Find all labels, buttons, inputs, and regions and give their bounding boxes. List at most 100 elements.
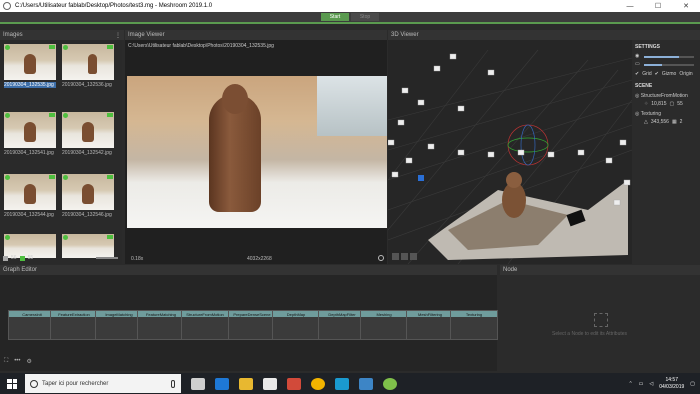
sfm-cameras-count: 55	[677, 101, 683, 107]
scene-item-texturing[interactable]: ◎ Texturing	[635, 111, 661, 117]
graph-node[interactable]: PrepareDenseScene	[228, 310, 276, 340]
file-explorer-icon[interactable]	[239, 377, 253, 390]
viewer3d-header: 3D Viewer	[388, 30, 700, 40]
graph-node-title: Meshing	[361, 311, 407, 317]
thumbnail-label: 20190304_132546.jpg	[62, 212, 112, 218]
graph-node-title: DepthMapFilter	[319, 311, 365, 317]
display-toggles: ✔ Grid ✔ Gizmo Origin	[635, 71, 693, 77]
image-thumbnail[interactable]: 20190304_132541.jpg	[2, 110, 58, 160]
images-panel: 20190304_132535.jpg 20190304_132536.jpg …	[0, 40, 122, 264]
texturing-materials-count: 2	[679, 119, 683, 125]
image-thumbnail[interactable]: 20190304_132542.jpg	[60, 110, 116, 160]
taskbar-search[interactable]: Taper ici pour rechercher	[25, 374, 181, 393]
viewer3d-render-modes	[392, 253, 417, 260]
sfm-points-count: 10,815	[651, 101, 667, 107]
images-footer: 56 55	[0, 253, 122, 263]
render-mode-textured-button[interactable]	[410, 253, 417, 260]
graph-node[interactable]: ImageMatching	[95, 310, 143, 340]
node-hint-text: Select a Node to edit its Attributes	[552, 331, 628, 337]
visibility-eye-icon[interactable]: ◎	[635, 93, 639, 99]
render-mode-wireframe-button[interactable]	[401, 253, 408, 260]
network-icon[interactable]: ▭	[639, 381, 644, 387]
more-options-icon[interactable]: •••	[14, 358, 20, 365]
graph-node-title: Texturing	[451, 311, 497, 317]
meshroom-taskbar-icon[interactable]	[359, 377, 373, 390]
graph-node[interactable]: Texturing	[450, 310, 498, 340]
viewer3d-settings-panel: SETTINGS ◉ ▭ ✔ Grid ✔ Gizmo Origin SCENE ◎…	[632, 40, 700, 264]
close-button[interactable]: ✕	[672, 0, 700, 12]
camera-scale-slider[interactable]	[644, 64, 694, 66]
camera-badge-icon	[107, 45, 113, 49]
tray-expand-icon[interactable]: ⌃	[628, 381, 632, 387]
graph-node[interactable]: DepthMapFilter	[318, 310, 366, 340]
render-mode-solid-button[interactable]	[392, 253, 399, 260]
notifications-icon[interactable]: ▢	[690, 381, 695, 387]
settings-gear-icon[interactable]: ⚙	[27, 358, 32, 365]
scene-item-sfm[interactable]: ◎ StructureFromMotion	[635, 93, 688, 99]
image-thumbnail[interactable]: 20190304_132536.jpg	[60, 42, 116, 92]
thumbnail-image	[62, 44, 114, 80]
graph-node-title: CameraInit	[9, 311, 55, 317]
graph-node-title: DepthMap	[273, 311, 319, 317]
point-size-slider[interactable]	[644, 56, 694, 58]
fit-view-icon[interactable]: ⛶	[4, 358, 8, 365]
meshroom-app-icon	[3, 2, 11, 10]
current-image[interactable]	[127, 76, 387, 228]
reconstructed-status-icon	[5, 45, 10, 50]
image-resolution: 4032x2268	[247, 256, 272, 262]
taskbar-clock[interactable]: 14:57 04/03/2019	[659, 377, 684, 391]
app-taskbar-icon[interactable]	[383, 377, 397, 390]
graph-node[interactable]: FeatureExtraction	[50, 310, 98, 340]
graph-node-title: PrepareDenseScene	[229, 311, 275, 317]
thumbnail-image	[4, 44, 56, 80]
office-icon[interactable]	[287, 377, 301, 390]
image-thumbnail[interactable]: 20190304_132544.jpg	[2, 172, 58, 222]
window-title: C:/Users/Utilisateur fablab/Desktop/Phot…	[15, 3, 213, 9]
image-viewer-footer: 0.18x 4032x2268	[127, 254, 387, 264]
origin-label: Origin	[679, 71, 693, 77]
scene-title: SCENE	[635, 83, 653, 89]
info-icon[interactable]	[378, 255, 384, 261]
grid-checkbox[interactable]: ✔	[635, 71, 639, 77]
edge-browser-icon[interactable]	[215, 377, 229, 390]
camera-badge-icon	[49, 113, 55, 117]
volume-icon[interactable]: ◁	[649, 381, 653, 387]
graph-node[interactable]: Meshing	[360, 310, 408, 340]
viewer3d-canvas[interactable]	[388, 40, 632, 264]
store-icon[interactable]	[263, 377, 277, 390]
windows-taskbar: Taper ici pour rechercher ⌃ ▭ ◁ 14:57 04…	[0, 373, 700, 394]
windows-start-icon[interactable]	[7, 378, 17, 389]
microphone-icon[interactable]	[171, 379, 175, 388]
zoom-level: 0.18x	[131, 256, 144, 262]
task-view-icon[interactable]	[191, 377, 205, 390]
camera-scale-icon: ▭	[635, 61, 640, 67]
graph-node-title: StructureFromMotion	[182, 311, 228, 317]
image-thumbnail[interactable]: 20190304_132546.jpg	[60, 172, 116, 222]
taskbar-search-placeholder: Taper ici pour rechercher	[42, 380, 109, 387]
camera-badge-icon	[107, 113, 113, 117]
minimize-button[interactable]: —	[616, 0, 644, 12]
graph-node[interactable]: CameraInit	[8, 310, 56, 340]
chrome-icon[interactable]	[311, 377, 325, 390]
gizmo-checkbox[interactable]: ✔	[655, 71, 659, 77]
start-button[interactable]: Start	[321, 13, 349, 21]
arduino-icon[interactable]	[335, 377, 349, 390]
graph-node[interactable]: FeatureMatching	[137, 310, 185, 340]
graph-node[interactable]: DepthMap	[272, 310, 320, 340]
thumbnail-size-slider[interactable]	[96, 257, 118, 259]
image-path: C:\Users\Utilisateur fablab\Desktop\Phot…	[128, 43, 274, 49]
images-menu-icon[interactable]: ⋮	[115, 32, 121, 39]
camera-scale-slider-fill	[644, 64, 662, 66]
visibility-eye-icon[interactable]: ◎	[635, 111, 639, 117]
graph-node[interactable]: MeshFiltering	[406, 310, 454, 340]
sfm-label: StructureFromMotion	[640, 93, 688, 99]
thumbnail-label: 20190304_132535.jpg	[4, 82, 56, 88]
maximize-button[interactable]: ☐	[644, 0, 672, 12]
node-panel-header: Node	[500, 265, 700, 275]
stop-button[interactable]: Stop	[351, 13, 379, 21]
image-thumbnail[interactable]: 20190304_132535.jpg	[2, 42, 58, 92]
graph-node[interactable]: StructureFromMotion	[181, 310, 229, 340]
camera-badge-icon	[107, 235, 113, 239]
image-viewer-header: Image Viewer	[125, 30, 387, 40]
thumbnail-image	[4, 112, 56, 148]
